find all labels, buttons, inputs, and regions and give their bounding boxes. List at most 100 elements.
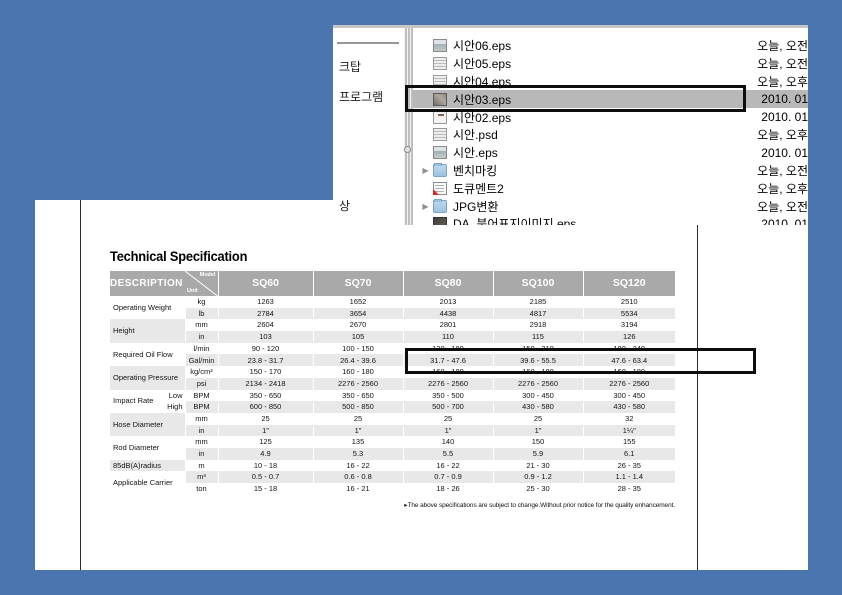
row-group-label: Height <box>110 319 185 342</box>
value-cell: 0.9 - 1.2 <box>493 471 583 483</box>
value-cell: 1¼" <box>583 425 675 437</box>
value-cell: 2784 <box>218 308 313 320</box>
file-row[interactable]: 시안05.eps 오늘, 오전 <box>413 55 808 73</box>
file-date: 오늘, 오전 <box>757 162 808 179</box>
unit-cell: mm <box>185 319 218 331</box>
file-name: 시안.psd <box>453 126 498 143</box>
file-row[interactable]: 시안06.eps오늘, 오전 <box>413 37 808 55</box>
row-group-label: Applicable Carrier <box>110 471 185 494</box>
unit-cell: m³ <box>185 471 218 483</box>
column-header-sq120: SQ120 <box>583 271 675 296</box>
value-cell: 115 <box>493 331 583 343</box>
group-label-text: Impact Rate <box>113 397 153 405</box>
value-cell: 5534 <box>583 308 675 320</box>
unit-cell: kg/cm² <box>185 366 218 378</box>
row-group-label: Operating Pressure <box>110 366 185 389</box>
file-date: 오늘, 오후 <box>757 126 808 143</box>
sidebar-divider <box>337 42 399 44</box>
value-cell: 1" <box>403 425 493 437</box>
value-cell: 25 <box>313 413 403 425</box>
value-cell: 26 - 35 <box>583 460 675 472</box>
sidebar-scrollbar[interactable] <box>404 28 413 225</box>
model-label: Model <box>200 273 216 279</box>
value-cell: 2276 - 2560 <box>493 378 583 390</box>
eps-thumbnail-icon <box>433 111 447 124</box>
table-row: Operating Weightkg12631652201321852510 <box>110 296 675 308</box>
value-cell: 26.4 - 39.6 <box>313 354 403 366</box>
file-row[interactable]: ▶JPG변환오늘, 오전 <box>413 197 808 215</box>
spec-table: DESCRIPTIONModelUnitSQ60SQ70SQ80SQ100SQ1… <box>110 271 675 495</box>
file-date: 오늘, 오전 <box>757 55 808 72</box>
value-cell: 0.5 - 0.7 <box>218 471 313 483</box>
table-row: in1"1"1"1"1¼" <box>110 425 675 437</box>
value-cell: 103 <box>218 331 313 343</box>
value-cell: 1652 <box>313 296 403 308</box>
table-row: Impact RateLowHighBPM350 - 650350 - 6503… <box>110 390 675 402</box>
value-cell: 25 <box>218 413 313 425</box>
value-cell: 5.3 <box>313 448 403 460</box>
value-cell: 6.1 <box>583 448 675 460</box>
file-row[interactable]: ▶ 벤치마킹 오늘, 오전 <box>413 162 808 180</box>
value-cell: 1" <box>218 425 313 437</box>
row-group-label: Impact Rate LowHigh <box>110 390 185 413</box>
file-row[interactable]: 도큐멘트2오늘, 오후 <box>413 179 808 197</box>
table-row: Hose Diametermm2525252532 <box>110 413 675 425</box>
column-header-sq70: SQ70 <box>313 271 403 296</box>
value-cell: 0.7 - 0.9 <box>403 471 493 483</box>
file-row[interactable]: 시안.eps2010. 01 <box>413 144 808 162</box>
value-cell: 18 - 26 <box>403 483 493 495</box>
unit-cell: BPM <box>185 401 218 413</box>
file-row[interactable]: 시안.psd 오늘, 오후 <box>413 126 808 144</box>
disclosure-triangle-icon[interactable]: ▶ <box>418 202 433 211</box>
file-name: 도큐멘트2 <box>453 180 504 197</box>
value-cell: 4438 <box>403 308 493 320</box>
sidebar-item[interactable]: 크탑 <box>339 58 361 75</box>
value-cell: 2185 <box>493 296 583 308</box>
value-cell: 2918 <box>493 319 583 331</box>
value-cell: 90 - 120 <box>218 343 313 355</box>
value-cell: 126 <box>583 331 675 343</box>
table-row: Rod Diametermm125135140150155 <box>110 436 675 448</box>
disclosure-triangle-icon[interactable]: ▶ <box>418 166 433 175</box>
row-group-label: Rod Diameter <box>110 436 185 459</box>
value-cell: 3654 <box>313 308 403 320</box>
file-name: 시안05.eps <box>453 55 511 72</box>
unit-cell: in <box>185 331 218 343</box>
row-group-label: Operating Weight <box>110 296 185 319</box>
page-title: Technical Specification <box>110 249 247 264</box>
document-icon <box>433 182 447 195</box>
value-cell: 1" <box>313 425 403 437</box>
value-cell: 10 - 18 <box>218 460 313 472</box>
impact-rate-sublabels: LowHigh <box>167 390 182 413</box>
model-unit-header: Model Unit <box>185 271 218 296</box>
value-cell: 32 <box>583 413 675 425</box>
unit-cell: psi <box>185 378 218 390</box>
file-date: 오늘, 오전 <box>757 37 808 54</box>
sidebar-item[interactable]: 프로그램 <box>339 88 383 105</box>
sidebar-item[interactable]: 상 <box>339 197 350 214</box>
unit-label: Unit <box>187 289 198 295</box>
file-name: 벤치마킹 <box>453 162 497 179</box>
table-row: psi2134 - 24182276 - 25602276 - 25602276… <box>110 378 675 390</box>
scrollbar-knob[interactable] <box>404 146 411 153</box>
impact-rate-label: Impact Rate LowHigh <box>113 390 185 413</box>
value-cell: 150 <box>493 436 583 448</box>
row-group-label: 85dB(A)radius <box>110 460 185 472</box>
value-cell: 160 - 180 <box>313 366 403 378</box>
table-row: BPM600 - 850500 - 850500 - 700430 - 5804… <box>110 401 675 413</box>
unit-cell: m <box>185 460 218 472</box>
value-cell: 16 - 22 <box>313 460 403 472</box>
row-group-label: Required Oil Flow <box>110 343 185 366</box>
eps-thumbnail-icon <box>433 39 447 52</box>
value-cell: 2013 <box>403 296 493 308</box>
eps-thumbnail-icon <box>433 146 447 159</box>
table-row: lb27843654443848175534 <box>110 308 675 320</box>
unit-cell: BPM <box>185 390 218 402</box>
value-cell: 500 - 700 <box>403 401 493 413</box>
value-cell: 25 <box>493 413 583 425</box>
file-row[interactable]: DA_북어표지이미지.eps2010. 01 <box>413 215 808 225</box>
file-name: 시안.eps <box>453 144 498 161</box>
page-edge-line-right <box>697 225 698 570</box>
value-cell: 2276 - 2560 <box>313 378 403 390</box>
unit-cell: Gal/min <box>185 354 218 366</box>
